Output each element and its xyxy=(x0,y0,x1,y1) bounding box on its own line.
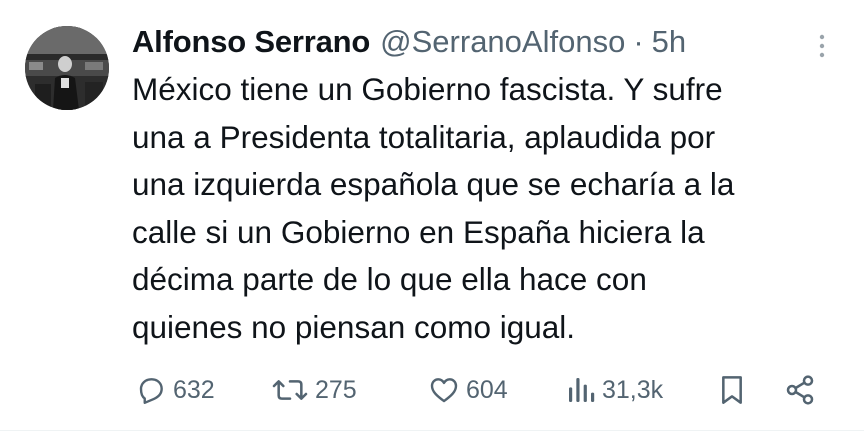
share-button[interactable] xyxy=(784,368,816,412)
tweet-text-line: calle si un Gobierno en España hiciera l… xyxy=(132,213,705,250)
heart-icon xyxy=(430,378,458,403)
reply-count: 632 xyxy=(173,375,215,404)
more-options-button[interactable] xyxy=(812,32,832,62)
author-avatar[interactable] xyxy=(25,26,109,110)
tweet-text-line: México tiene un Gobierno fascista. Y suf… xyxy=(132,71,723,107)
views-icon xyxy=(569,378,595,402)
retweet-icon xyxy=(272,380,308,400)
tweet-header: Alfonso Serrano @SerranoAlfonso · 5h xyxy=(132,22,686,62)
more-options-icon xyxy=(819,34,825,58)
bookmark-button[interactable] xyxy=(718,368,746,412)
like-count: 604 xyxy=(466,375,508,404)
bookmark-icon xyxy=(722,376,742,404)
author-display-name[interactable]: Alfonso Serrano xyxy=(132,22,370,62)
tweet-text: México tiene un Gobierno fascista. Y suf… xyxy=(132,66,842,351)
retweet-count: 275 xyxy=(315,375,357,404)
views-button[interactable]: 31,3k xyxy=(566,368,663,412)
share-icon xyxy=(786,375,814,405)
reply-icon xyxy=(139,378,163,404)
views-count: 31,3k xyxy=(602,375,664,404)
tweet-text-line: una izquierda española que se echaría a … xyxy=(132,166,735,202)
tweet-divider xyxy=(0,430,864,431)
author-handle[interactable]: @SerranoAlfonso xyxy=(380,22,625,62)
tweet-text-line: décima parte de lo que ella hace con xyxy=(132,261,647,297)
tweet-text-line: quienes no piensan como igual. xyxy=(132,308,576,345)
separator-dot: · xyxy=(633,24,644,59)
tweet-text-line: una a Presidenta totalitaria, aplaudida … xyxy=(132,118,716,155)
like-button[interactable]: 604 xyxy=(428,368,508,412)
tweet-actions: 632 275 604 31,3k xyxy=(0,368,864,412)
avatar-image xyxy=(25,26,109,110)
tweet[interactable]: Alfonso Serrano @SerranoAlfonso · 5h Méx… xyxy=(0,0,864,433)
retweet-button[interactable]: 275 xyxy=(271,368,357,412)
tweet-timestamp[interactable]: 5h xyxy=(652,22,686,62)
reply-button[interactable]: 632 xyxy=(135,368,215,412)
